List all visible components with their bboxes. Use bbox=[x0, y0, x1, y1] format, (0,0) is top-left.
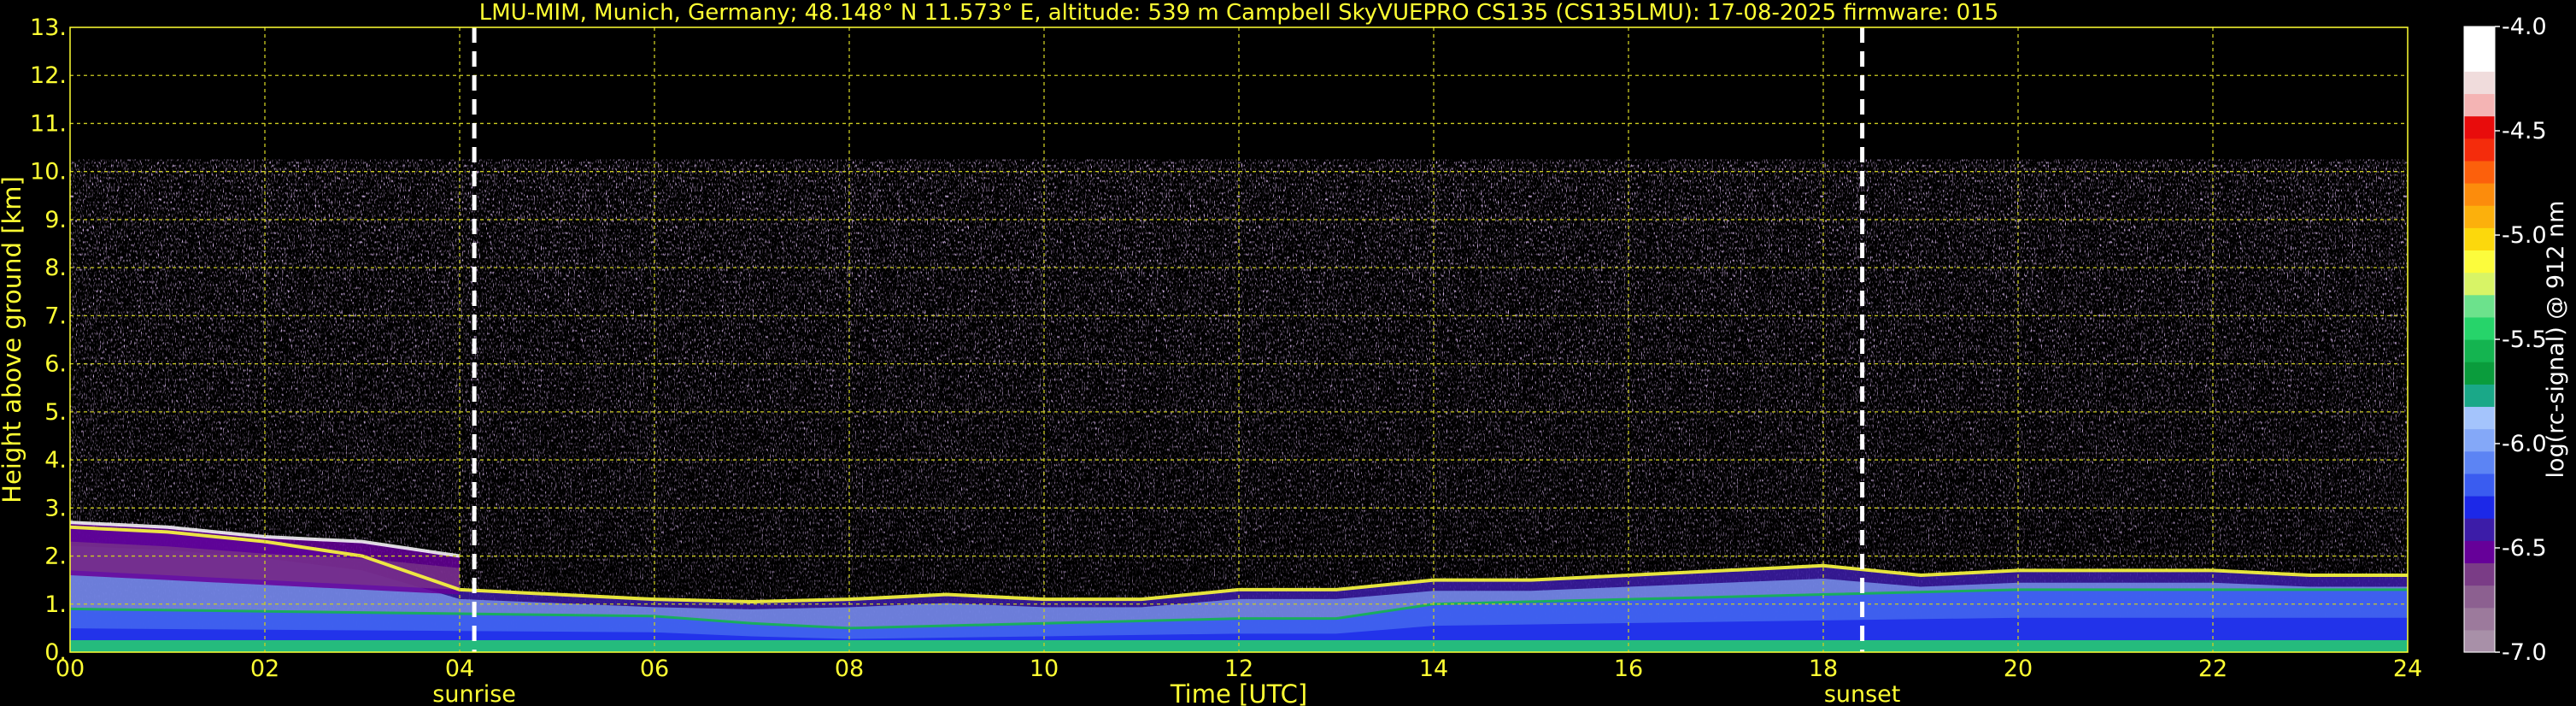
y-tick-label: 6. bbox=[44, 351, 67, 378]
x-tick-label: 22 bbox=[2198, 656, 2227, 682]
colorbar-segment bbox=[2464, 496, 2495, 519]
y-tick-label: 2. bbox=[44, 544, 67, 570]
y-tick-label: 12. bbox=[30, 62, 67, 89]
y-tick-label: 11. bbox=[30, 110, 67, 137]
colorbar-segment bbox=[2464, 71, 2495, 95]
colorbar-tick-label: -4.5 bbox=[2502, 118, 2547, 144]
y-tick-label: 13. bbox=[30, 15, 67, 41]
colorbar-tick-label: -7.0 bbox=[2502, 639, 2547, 666]
colorbar-segment bbox=[2464, 115, 2495, 139]
colorbar-segment bbox=[2464, 518, 2495, 541]
colorbar-segment bbox=[2464, 384, 2495, 408]
colorbar-segment bbox=[2464, 250, 2495, 274]
plot-area bbox=[70, 27, 2408, 652]
colorbar-segment bbox=[2464, 316, 2495, 340]
colorbar-tick-label: -6.0 bbox=[2502, 431, 2547, 457]
colorbar-segment bbox=[2464, 205, 2495, 228]
sunrise-marker-label: sunrise bbox=[432, 681, 516, 706]
colorbar-segment bbox=[2464, 160, 2495, 184]
colorbar-tick-label: -4.0 bbox=[2502, 14, 2547, 40]
colorbar bbox=[2463, 26, 2496, 653]
colorbar-segment bbox=[2464, 138, 2495, 162]
y-tick-label: 8. bbox=[44, 255, 67, 281]
x-tick-label: 10 bbox=[1030, 656, 1059, 682]
colorbar-segment bbox=[2464, 49, 2495, 72]
y-tick-label: 10. bbox=[30, 159, 67, 185]
x-tick-label: 08 bbox=[835, 656, 864, 682]
ceilometer-figure: LMU-MIM, Munich, Germany; 48.148° N 11.5… bbox=[0, 0, 2576, 706]
colorbar-label: log(rc-signal) @ 912 nm bbox=[2543, 201, 2569, 479]
colorbar-segment bbox=[2464, 93, 2495, 117]
x-tick-label: 20 bbox=[2004, 656, 2033, 682]
colorbar-segment bbox=[2464, 339, 2495, 362]
colorbar-segment bbox=[2464, 450, 2495, 474]
x-tick-label: 12 bbox=[1224, 656, 1253, 682]
x-tick-label: 16 bbox=[1614, 656, 1643, 682]
y-axis-label: Height above ground [km] bbox=[0, 176, 26, 503]
colorbar-segment bbox=[2464, 607, 2495, 631]
x-tick-label: 04 bbox=[445, 656, 474, 682]
colorbar-segment bbox=[2464, 294, 2495, 318]
x-tick-label: 02 bbox=[250, 656, 279, 682]
x-tick-label: 06 bbox=[640, 656, 669, 682]
y-tick-label: 4. bbox=[44, 447, 67, 474]
x-tick-label: 18 bbox=[1809, 656, 1838, 682]
colorbar-tick-label: -6.5 bbox=[2502, 535, 2547, 562]
y-tick-label: 3. bbox=[44, 495, 67, 521]
x-tick-label: 14 bbox=[1419, 656, 1448, 682]
y-tick-label: 5. bbox=[44, 399, 67, 426]
colorbar-segment bbox=[2464, 26, 2495, 50]
colorbar-segment bbox=[2464, 227, 2495, 251]
chart-title: LMU-MIM, Munich, Germany; 48.148° N 11.5… bbox=[479, 0, 1998, 26]
colorbar-segment bbox=[2464, 272, 2495, 296]
colorbar-segment bbox=[2464, 362, 2495, 385]
colorbar-tick-label: -5.5 bbox=[2502, 327, 2547, 353]
x-axis-label: Time [UTC] bbox=[1170, 680, 1307, 706]
y-tick-label: 1. bbox=[44, 591, 67, 618]
colorbar-segment bbox=[2464, 562, 2495, 586]
y-tick-label: 7. bbox=[44, 303, 67, 329]
sunset-marker-label: sunset bbox=[1824, 681, 1901, 706]
colorbar-segment bbox=[2464, 428, 2495, 452]
colorbar-segment bbox=[2464, 585, 2495, 609]
colorbar-segment bbox=[2464, 540, 2495, 564]
colorbar-segment bbox=[2464, 629, 2495, 653]
colorbar-segment bbox=[2464, 473, 2495, 497]
y-tick-label: 0. bbox=[44, 639, 67, 666]
colorbar-segment bbox=[2464, 406, 2495, 430]
y-tick-label: 9. bbox=[44, 207, 67, 233]
colorbar-tick-label: -5.0 bbox=[2502, 222, 2547, 249]
x-tick-label: 24 bbox=[2393, 656, 2422, 682]
colorbar-segment bbox=[2464, 183, 2495, 206]
